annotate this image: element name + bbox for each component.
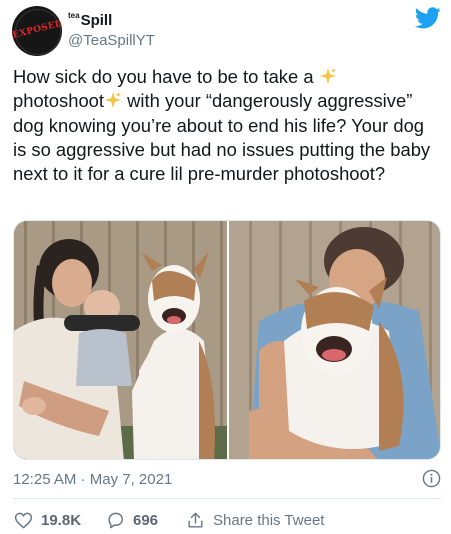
photo-left[interactable]: [14, 221, 227, 459]
display-name-main: Spill: [80, 12, 113, 29]
photo-left-image: [14, 221, 227, 459]
like-button[interactable]: 19.8K: [14, 511, 81, 530]
twitter-bird-icon[interactable]: [415, 7, 441, 29]
tweet-text-part-2: photoshoot: [13, 90, 105, 112]
reply-count: 696: [133, 512, 159, 529]
info-icon[interactable]: [422, 469, 441, 488]
avatar[interactable]: EXPOSED: [12, 6, 62, 56]
display-name[interactable]: teaSpill: [68, 11, 112, 29]
share-label: Share this Tweet: [213, 512, 325, 529]
display-name-prefix: tea: [68, 11, 80, 20]
heart-icon: [14, 512, 33, 529]
user-handle[interactable]: @TeaSpillYT: [68, 32, 155, 49]
sparkles-icon: [319, 67, 336, 85]
tweet-text: How sick do you have to be to take a pho…: [13, 65, 441, 186]
photo-right[interactable]: [229, 221, 440, 459]
tweet-date: May 7, 2021: [89, 471, 173, 488]
share-button[interactable]: Share this Tweet: [186, 511, 324, 530]
reply-icon: [108, 512, 123, 529]
photo-right-image: [229, 221, 440, 459]
sparkles-icon: [104, 92, 122, 109]
tweet-media[interactable]: [13, 220, 441, 460]
divider: [13, 498, 441, 499]
tweet-text-part-1: How sick do you have to be to take a: [13, 66, 319, 87]
like-count: 19.8K: [41, 512, 82, 529]
reply-button[interactable]: 696: [106, 511, 158, 530]
share-icon: [188, 512, 203, 528]
tweet-time: 12:25 AM: [13, 471, 77, 488]
tweet-timestamp[interactable]: 12:25 AM · May 7, 2021: [13, 471, 172, 488]
